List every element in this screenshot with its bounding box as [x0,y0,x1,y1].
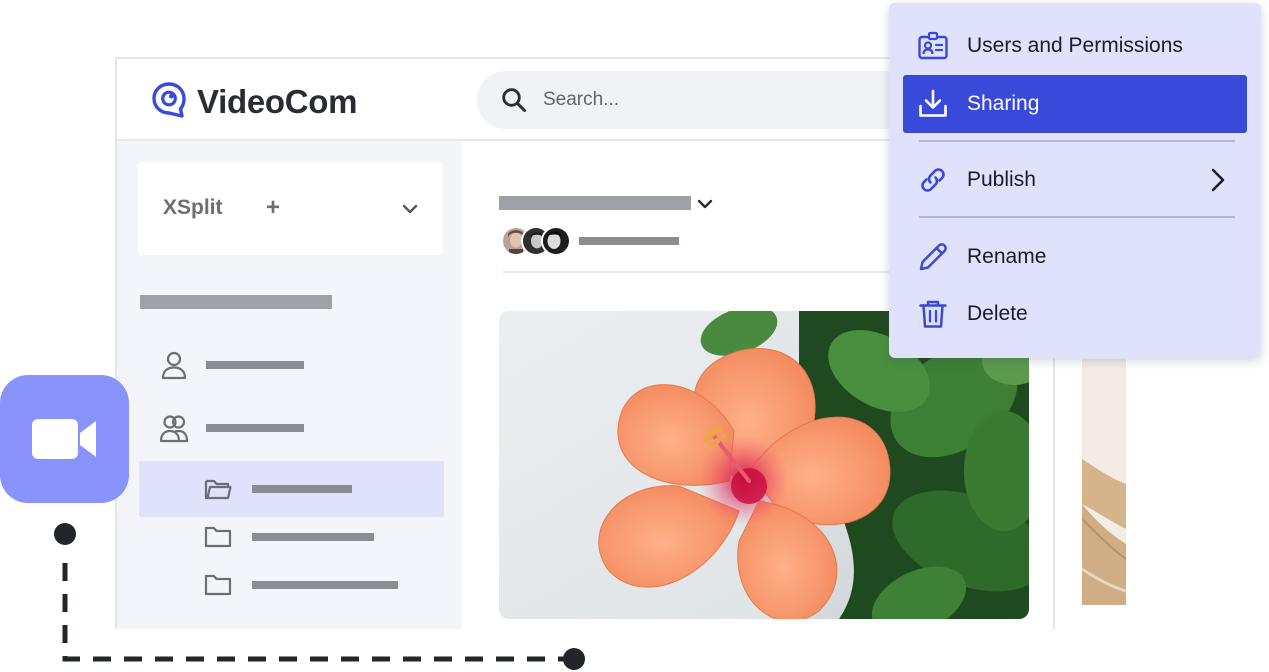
wood-photo [1082,359,1126,605]
pencil-icon [919,243,947,271]
avatar[interactable] [541,226,571,256]
sidebar-section-heading [140,295,332,309]
menu-item-label: Users and Permissions [967,34,1183,57]
chat-bubble-eye-icon [152,82,186,118]
sidebar-item-profile[interactable] [139,337,444,393]
video-camera-icon [32,419,96,459]
trash-icon [919,300,947,328]
menu-item-label: Publish [967,168,1036,191]
sidebar-item-label [206,424,304,432]
brand-name[interactable]: VideoCom [197,83,357,121]
media-thumbnail[interactable] [1082,359,1126,605]
id-card-icon [918,31,948,60]
chevron-down-icon[interactable] [402,201,418,217]
workspace-name[interactable]: XSplit [163,196,223,220]
context-menu: Users and Permissions Sharing Publish Re… [889,3,1261,358]
menu-item-label: Delete [967,302,1028,325]
folder-open-icon [204,479,232,500]
user-icon [161,351,187,380]
sidebar-item-team[interactable] [139,400,444,456]
chevron-right-icon[interactable] [1207,167,1229,193]
search-icon[interactable] [501,87,527,113]
workspace-selector[interactable]: XSplit + [138,162,443,255]
menu-item-label: Sharing [967,92,1040,115]
menu-item-label: Rename [967,245,1047,268]
connector-line [54,523,585,670]
search-input[interactable] [543,85,863,115]
chevron-down-icon[interactable] [697,196,713,212]
menu-item-delete[interactable]: Delete [903,285,1247,343]
video-call-button[interactable] [0,375,129,503]
download-icon [919,89,947,117]
add-workspace-button[interactable]: + [266,194,280,222]
sidebar-item-label [252,485,352,493]
content-title[interactable] [499,196,691,210]
menu-item-users-permissions[interactable]: Users and Permissions [903,17,1247,75]
member-avatars[interactable] [501,226,573,256]
link-icon [921,168,945,192]
sidebar-item-label [206,361,304,369]
menu-item-rename[interactable]: Rename [903,228,1247,286]
menu-divider [919,140,1235,142]
menu-item-sharing[interactable]: Sharing [903,75,1247,133]
members-label [579,237,679,245]
menu-divider [919,216,1235,218]
users-icon [159,415,189,443]
menu-item-publish[interactable]: Publish [903,151,1247,209]
